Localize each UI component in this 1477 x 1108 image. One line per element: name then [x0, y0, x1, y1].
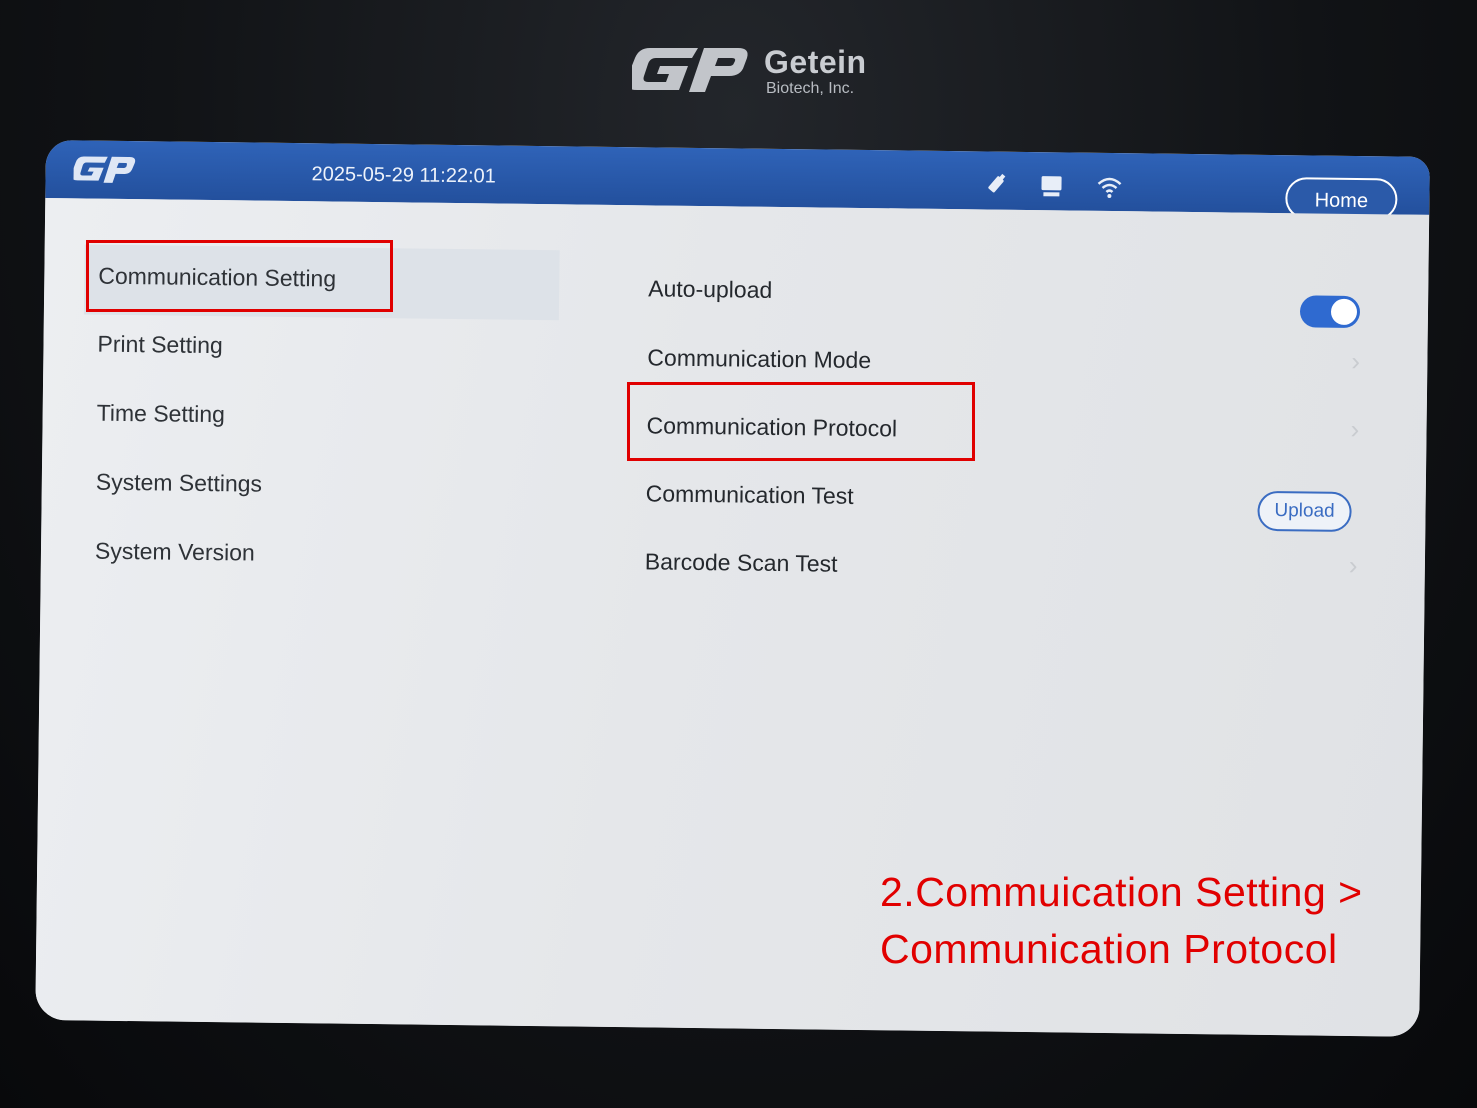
annotation-line-1: 2.Commuication Setting >	[880, 869, 1363, 915]
wifi-icon	[1097, 177, 1122, 198]
gp-logo-icon	[632, 48, 748, 92]
row-auto-upload-label[interactable]: Auto-upload	[648, 275, 772, 304]
chevron-right-icon[interactable]: ›	[1349, 550, 1358, 581]
row-barcode-scan-test-label[interactable]: Barcode Scan Test	[645, 548, 838, 577]
highlight-box-communication-setting	[86, 240, 393, 312]
auto-upload-toggle[interactable]	[1299, 295, 1361, 329]
status-datetime: 2025-05-29 11:22:01	[311, 163, 496, 188]
gp-logo-icon	[73, 156, 136, 183]
row-communication-mode-label[interactable]: Communication Mode	[647, 344, 871, 374]
brand-subtitle: Biotech, Inc.	[766, 80, 855, 97]
upload-button[interactable]: Upload	[1257, 490, 1352, 532]
sidebar-item-print-setting[interactable]: Print Setting	[97, 331, 223, 360]
chevron-right-icon[interactable]: ›	[1350, 414, 1359, 445]
sidebar-item-time-setting[interactable]: Time Setting	[97, 400, 226, 429]
toggle-knob	[1330, 298, 1358, 326]
usb-icon	[988, 173, 1006, 193]
sidebar-item-system-settings[interactable]: System Settings	[96, 469, 262, 498]
device-brand: Getein Biotech, Inc.	[632, 40, 882, 100]
annotation-line-2: Communication Protocol	[880, 926, 1338, 972]
highlight-box-communication-protocol	[627, 382, 975, 461]
instruction-annotation: 2.Commuication Setting > Communication P…	[880, 864, 1363, 978]
sidebar-item-system-version[interactable]: System Version	[95, 538, 255, 567]
row-communication-test-label[interactable]: Communication Test	[646, 480, 854, 510]
chevron-right-icon[interactable]: ›	[1351, 346, 1360, 377]
brand-name: Getein	[764, 44, 867, 80]
display-icon	[1041, 176, 1062, 197]
